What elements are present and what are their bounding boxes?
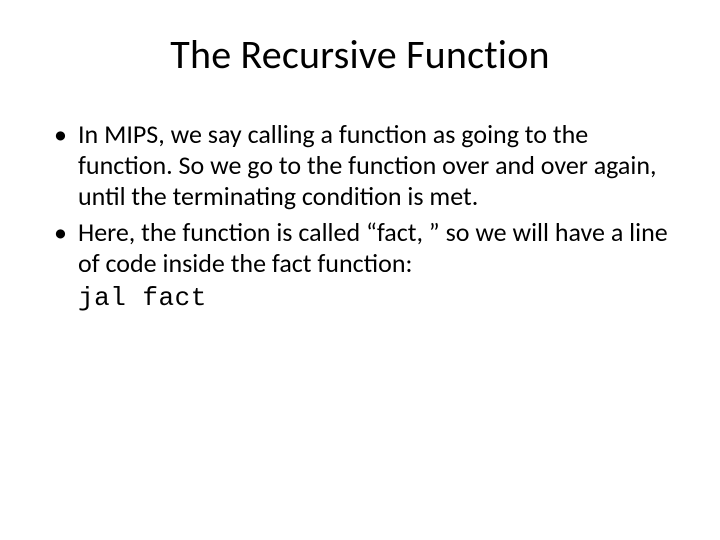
- slide: The Recursive Function In MIPS, we say c…: [0, 0, 720, 540]
- bullet-item: Here, the function is called “fact, ” so…: [50, 217, 670, 279]
- bullet-list: In MIPS, we say calling a function as go…: [50, 119, 670, 279]
- bullet-item: In MIPS, we say calling a function as go…: [50, 119, 670, 213]
- slide-title: The Recursive Function: [50, 30, 670, 79]
- slide-body: In MIPS, we say calling a function as go…: [50, 119, 670, 314]
- code-line: jal fact: [50, 283, 670, 314]
